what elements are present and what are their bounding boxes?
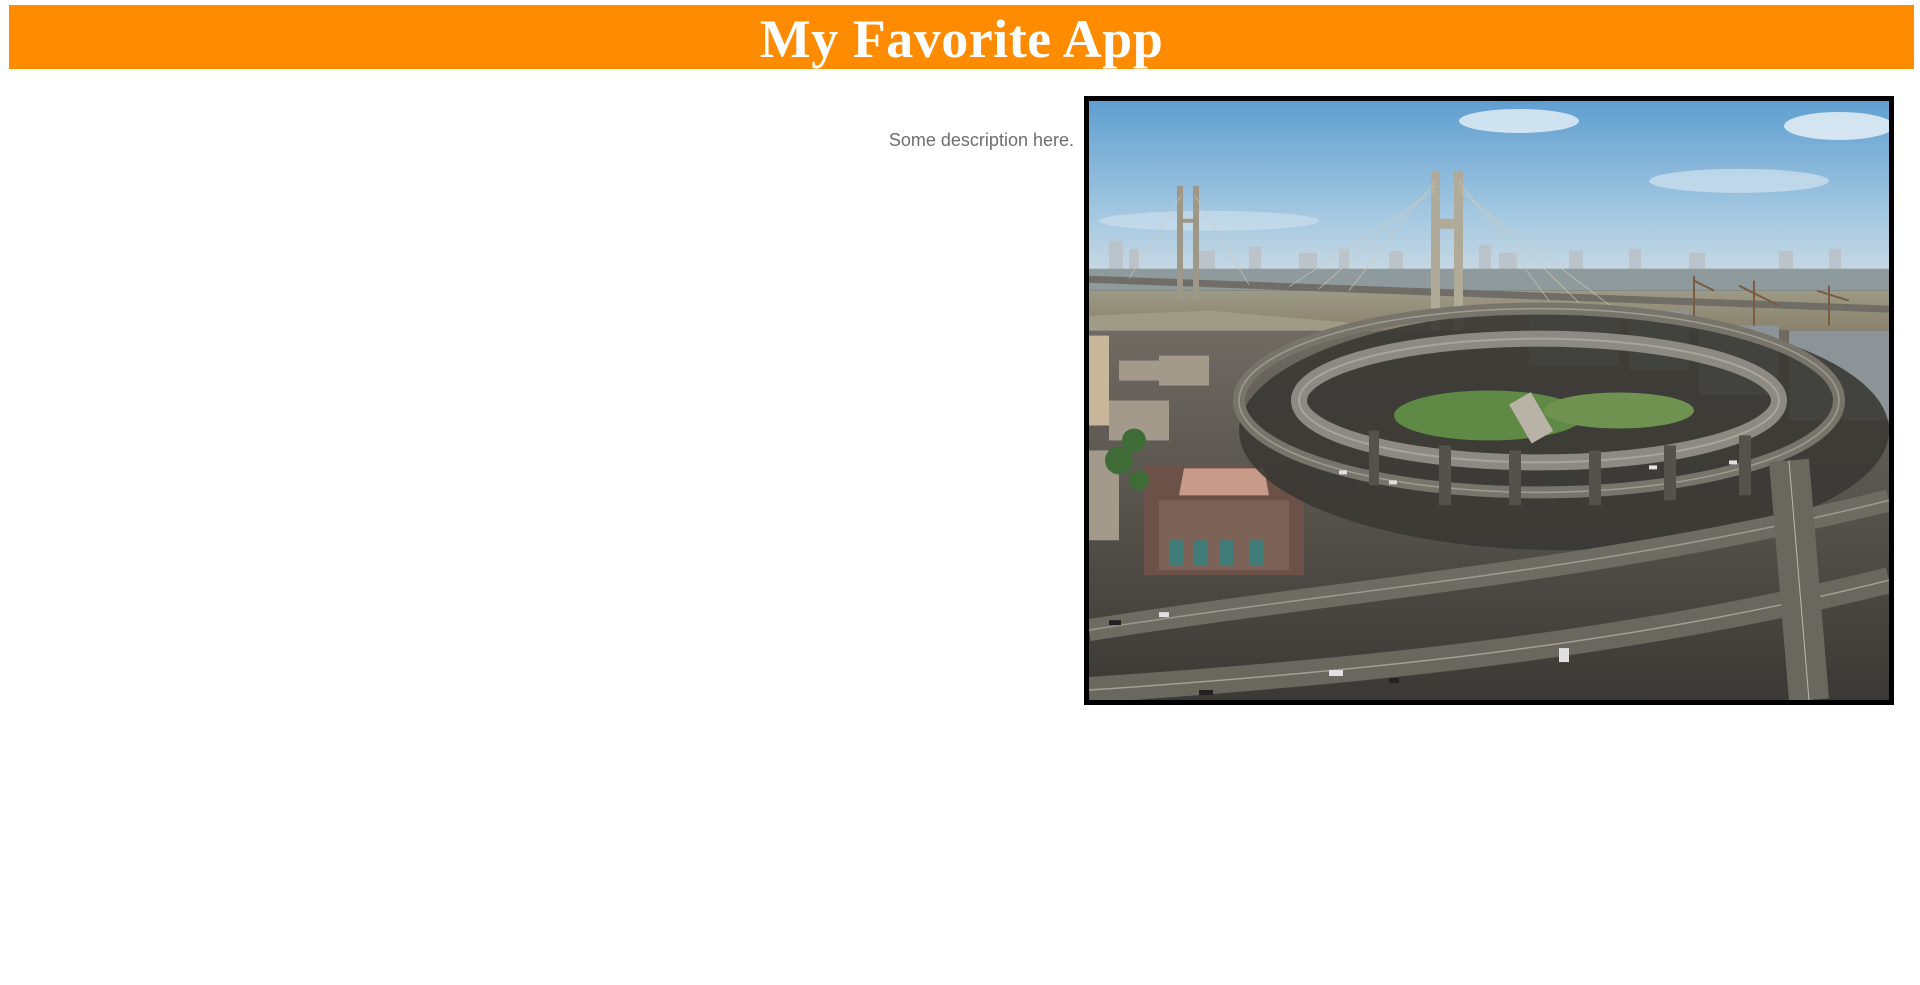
- featured-photo: [1084, 96, 1894, 705]
- description-text: Some description here.: [888, 130, 1074, 150]
- app-title: My Favorite App: [759, 8, 1164, 69]
- city-bridge-interchange-photo: [1089, 101, 1889, 700]
- app-header: My Favorite App: [9, 5, 1914, 69]
- page: My Favorite App Some description here.: [0, 0, 1920, 985]
